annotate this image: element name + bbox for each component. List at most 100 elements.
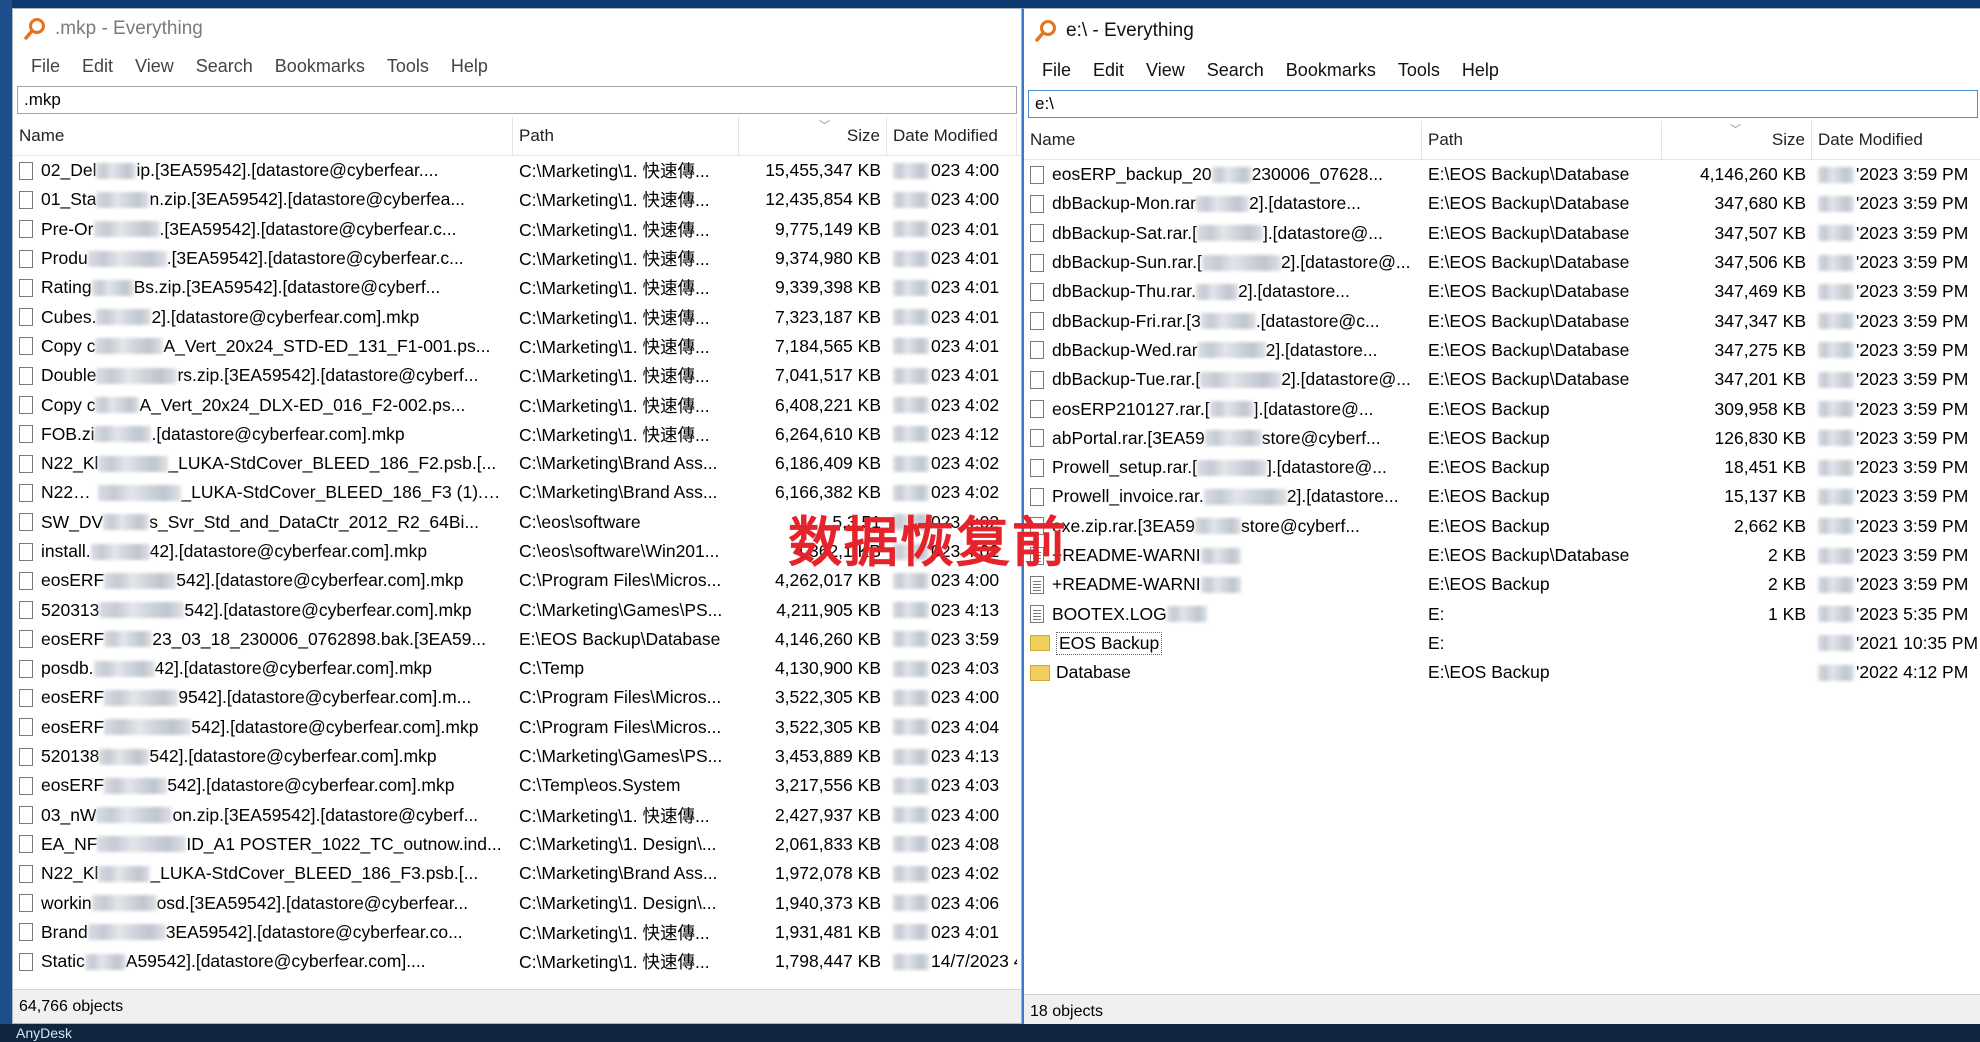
column-header-path[interactable]: Path — [513, 117, 739, 155]
table-row[interactable]: Produ .[3EA59542].[datastore@cyberfear.c.… — [13, 244, 1021, 273]
everything-window-right[interactable]: e:\ - Everything File Edit View Search B… — [1022, 8, 1980, 1028]
date-text: '2023 3:59 PM — [1856, 164, 1969, 185]
table-row[interactable]: 03_nW on.zip.[3EA59542].[datastore@cyberf… — [13, 801, 1021, 830]
menu-search[interactable]: Search — [1197, 60, 1276, 81]
table-row[interactable]: posdb. 42].[datastore@cyberfear.com].mkp C… — [13, 654, 1021, 683]
table-row[interactable]: dbBackup-Sun.rar.[2].[datastore@... E:\EO… — [1024, 248, 1980, 277]
menu-view[interactable]: View — [125, 56, 186, 77]
menu-file[interactable]: File — [21, 56, 72, 77]
menu-tools[interactable]: Tools — [1388, 60, 1452, 81]
size-cell: 2,061,833 KB — [774, 833, 881, 854]
menu-view[interactable]: View — [1136, 60, 1197, 81]
column-header-name[interactable]: Name — [13, 117, 513, 155]
size-cell: 9,775,149 KB — [774, 218, 881, 239]
file-name-start: N22_Kl — [41, 863, 99, 884]
table-row[interactable]: Double rs.zip.[3EA59542].[datastore@cyber… — [13, 361, 1021, 390]
redacted-blur — [94, 426, 152, 443]
search-input[interactable] — [1028, 90, 1978, 118]
name-cell: Pre-Or .[3EA59542].[datastore@cyberfear.c… — [13, 219, 513, 240]
menu-edit[interactable]: Edit — [72, 56, 125, 77]
table-row[interactable]: 520138 542].[datastore@cyberfear.com].mkp… — [13, 742, 1021, 771]
date-cell: '2023 3:59 PM — [1812, 574, 1980, 595]
table-row[interactable]: Copy c A_Vert_20x24_DLX-ED_016_F2-002.ps.… — [13, 390, 1021, 419]
search-input[interactable] — [17, 86, 1017, 114]
table-row[interactable]: dbBackup-Tue.rar.[2].[datastore@... E:\EO… — [1024, 365, 1980, 394]
path-cell: C:\Marketing\1. Design\... — [519, 892, 717, 913]
table-row[interactable]: dbBackup-Wed.rar 2].[datastore... E:\EOS B… — [1024, 336, 1980, 365]
table-row[interactable]: Prowell_setup.rar.[].[datastore@... E:\EO… — [1024, 453, 1980, 482]
file-icon — [1030, 253, 1044, 272]
redacted-blur — [1818, 371, 1854, 388]
name-cell: N22_Kl _LUKA-StdCover_BLEED_186_F3.psb.[.… — [13, 863, 513, 884]
menu-help[interactable]: Help — [441, 56, 500, 77]
date-cell: 14/7/2023 4:01 — [887, 951, 1017, 972]
table-row[interactable]: +README-WARNI E:\EOS Backup 2 KB '2023 3:59… — [1024, 570, 1980, 599]
table-row[interactable]: Rating Bs.zip.[3EA59542].[datastore@cyber… — [13, 273, 1021, 302]
table-row[interactable]: EA_NF ID_A1 POSTER_1022_TC_outnow.ind... C… — [13, 830, 1021, 859]
menu-bookmarks[interactable]: Bookmarks — [1276, 60, 1388, 81]
file-name-start: 02_Del — [41, 160, 97, 181]
table-row[interactable]: BOOTEX.LOG E: 1 KB '2023 5:35 PM — [1024, 599, 1980, 628]
table-row[interactable]: Database E:\EOS Backup '2022 4:12 PM — [1024, 658, 1980, 687]
file-icon — [19, 835, 33, 854]
menu-help[interactable]: Help — [1452, 60, 1511, 81]
redacted-blur — [1818, 635, 1854, 652]
table-row[interactable]: Copy c A_Vert_20x24_STD-ED_131_F1-001.ps.… — [13, 332, 1021, 361]
table-row[interactable]: dbBackup-Sat.rar.[].[datastore@... E:\EOS… — [1024, 219, 1980, 248]
table-row[interactable]: eosERF 9542].[datastore@cyberfear.com].m.… — [13, 683, 1021, 712]
table-row[interactable]: 02_Del ip.[3EA59542].[datastore@cyberfear… — [13, 156, 1021, 185]
table-row[interactable]: +README-WARNI E:\EOS Backup\Database 2 KB '… — [1024, 541, 1980, 570]
table-row[interactable]: N22_Kl _LUKA-StdCover_BLEED_186_F3.psb.[.… — [13, 859, 1021, 888]
table-row[interactable]: eosERF 542].[datastore@cyberfear.com].mkp… — [13, 771, 1021, 800]
file-name-start: dbBackup-Wed.rar — [1052, 339, 1198, 360]
column-header-name[interactable]: Name — [1024, 121, 1422, 159]
table-row[interactable]: FOB.zi .[datastore@cyberfear.com].mkp C:\M… — [13, 420, 1021, 449]
file-name-start: Double — [41, 365, 97, 386]
sort-chevron-icon: ﹀ — [819, 120, 830, 132]
table-row[interactable]: Pre-Or .[3EA59542].[datastore@cyberfear.c… — [13, 215, 1021, 244]
date-cell: '2023 3:59 PM — [1812, 399, 1980, 420]
column-header-date[interactable]: Date Modified — [1812, 121, 1980, 159]
table-row[interactable]: Prowell_invoice.rar. 2].[datastore... E:\E… — [1024, 482, 1980, 511]
table-row[interactable]: dbBackup-Fri.rar.[3 .[datastore@c... E:\EO… — [1024, 306, 1980, 335]
file-list[interactable]: eosERP_backup_20 230006_07628... E:\EOS Ba… — [1024, 160, 1980, 687]
name-cell: dbBackup-Mon.rar 2].[datastore... — [1024, 193, 1422, 214]
column-header-date[interactable]: Date Modified — [887, 117, 1017, 155]
table-row[interactable]: dbBackup-Mon.rar 2].[datastore... E:\EOS B… — [1024, 189, 1980, 218]
table-row[interactable]: Brand 3EA59542].[datastore@cyberfear.co..… — [13, 918, 1021, 947]
window-title: e:\ - Everything — [1066, 20, 1194, 41]
title-bar[interactable]: e:\ - Everything — [1024, 9, 1980, 53]
redacted-blur — [1200, 371, 1282, 388]
menu-edit[interactable]: Edit — [1083, 60, 1136, 81]
table-row[interactable]: N22_Kl _LUKA-StdCover_BLEED_186_F2.psb.[.… — [13, 449, 1021, 478]
table-row[interactable]: EOS Backup E: '2021 10:35 PM — [1024, 629, 1980, 658]
path-cell: E:\EOS Backup — [1428, 457, 1550, 478]
magnifier-app-icon — [24, 18, 45, 40]
table-row[interactable]: Cubes. 2].[datastore@cyberfear.com].mkp C:… — [13, 302, 1021, 331]
table-row[interactable]: abPortal.rar.[3EA59 store@cyberf... E:\EOS… — [1024, 424, 1980, 453]
date-text: 023 4:01 — [931, 277, 1000, 298]
name-cell: eosERF 9542].[datastore@cyberfear.com].m.… — [13, 687, 513, 708]
table-row[interactable]: eosERP210127.rar.[].[datastore@... E:\EOS… — [1024, 394, 1980, 423]
table-row[interactable]: eosERP_backup_20 230006_07628... E:\EOS Ba… — [1024, 160, 1980, 189]
table-row[interactable]: 520313 542].[datastore@cyberfear.com].mkp… — [13, 595, 1021, 624]
menu-file[interactable]: File — [1032, 60, 1083, 81]
file-name-start: eosERF — [41, 628, 105, 649]
table-row[interactable]: 01_Sta n.zip.[3EA59542].[datastore@cyberf… — [13, 185, 1021, 214]
date-text: '2023 3:59 PM — [1856, 427, 1969, 448]
table-row[interactable]: exe.zip.rar.[3EA59 store@cyberf... E:\EOS … — [1024, 512, 1980, 541]
table-row[interactable]: dbBackup-Thu.rar. 2].[datastore... E:\EOS … — [1024, 277, 1980, 306]
table-row[interactable]: eosERF 542].[datastore@cyberfear.com].mkp… — [13, 713, 1021, 742]
menu-tools[interactable]: Tools — [377, 56, 441, 77]
title-bar[interactable]: .mkp - Everything — [13, 9, 1021, 49]
menu-search[interactable]: Search — [186, 56, 265, 77]
column-header-path[interactable]: Path — [1422, 121, 1662, 159]
column-header-size[interactable]: Size — [739, 117, 887, 155]
redacted-blur — [893, 221, 929, 238]
table-row[interactable]: Static A59542].[datastore@cyberfear.com].… — [13, 947, 1021, 976]
table-row[interactable]: eosERF 23_03_18_230006_0762898.bak.[3EA59… — [13, 625, 1021, 654]
file-name-start: 520313 — [41, 599, 100, 620]
menu-bookmarks[interactable]: Bookmarks — [265, 56, 377, 77]
path-cell: E:\EOS Backup — [1428, 398, 1550, 419]
table-row[interactable]: workin osd.[3EA59542].[datastore@cyberfea… — [13, 888, 1021, 917]
